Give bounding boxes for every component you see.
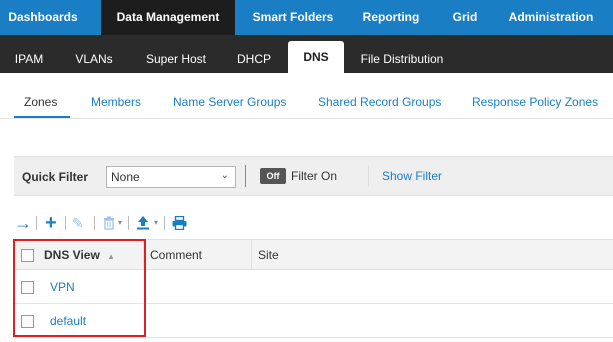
divider xyxy=(128,216,129,230)
chevron-down-icon[interactable]: ▾ xyxy=(118,212,122,234)
subnav-ipam[interactable]: IPAM xyxy=(8,35,50,73)
quick-filter-bar: Quick Filter None ⌄ Off Filter On Show F… xyxy=(14,156,613,196)
tab-zones[interactable]: Zones xyxy=(24,95,57,109)
divider xyxy=(94,216,95,230)
subnav-dhcp[interactable]: DHCP xyxy=(229,35,279,73)
row-checkbox[interactable] xyxy=(21,315,34,328)
quick-filter-select[interactable]: None ⌄ xyxy=(106,166,236,188)
divider xyxy=(164,216,165,230)
export-icon[interactable] xyxy=(136,212,150,234)
sub-navigation: IPAM VLANs Super Host DHCP DNS File Dist… xyxy=(0,35,613,73)
tab-shared-record-groups[interactable]: Shared Record Groups xyxy=(318,95,441,109)
divider xyxy=(368,165,369,187)
table-row[interactable]: default xyxy=(14,304,613,338)
filter-toggle[interactable]: Off xyxy=(260,168,286,184)
sort-ascending-icon: ▲ xyxy=(107,252,116,261)
subnav-vlans[interactable]: VLANs xyxy=(68,35,120,73)
nav-reporting[interactable]: Reporting xyxy=(355,0,427,35)
tab-name-server-groups[interactable]: Name Server Groups xyxy=(173,95,286,109)
quick-filter-value: None xyxy=(111,170,140,184)
grid-header: DNS View ▲ Comment Site xyxy=(14,239,613,270)
nav-dashboards[interactable]: Dashboards xyxy=(0,0,86,35)
row-checkbox[interactable] xyxy=(21,281,34,294)
subnav-file-distribution[interactable]: File Distribution xyxy=(354,35,450,73)
tab-members[interactable]: Members xyxy=(91,95,141,109)
subnav-super-host[interactable]: Super Host xyxy=(138,35,214,73)
filter-on-label: Filter On xyxy=(291,169,338,183)
dns-view-link[interactable]: VPN xyxy=(50,280,75,294)
select-all-checkbox[interactable] xyxy=(21,249,34,262)
show-filter-link[interactable]: Show Filter xyxy=(382,169,442,183)
quick-filter-label: Quick Filter xyxy=(22,170,89,184)
divider xyxy=(36,216,37,230)
column-site[interactable]: Site xyxy=(252,240,613,270)
top-navigation: Dashboards Data Management Smart Folders… xyxy=(0,0,613,35)
column-label: DNS View xyxy=(44,248,100,262)
dns-tabs: Zones Members Name Server Groups Shared … xyxy=(0,73,613,119)
chevron-down-icon: ⌄ xyxy=(220,170,229,181)
nav-administration[interactable]: Administration xyxy=(498,0,604,35)
nav-data-management[interactable]: Data Management xyxy=(101,0,235,35)
dns-view-link[interactable]: default xyxy=(50,314,86,328)
divider xyxy=(245,165,246,187)
arrow-right-icon[interactable]: → xyxy=(14,212,32,234)
subnav-dns[interactable]: DNS xyxy=(288,41,344,73)
column-dns-view[interactable]: DNS View ▲ xyxy=(38,240,144,270)
add-icon[interactable]: + xyxy=(45,212,57,234)
divider xyxy=(65,216,66,230)
chevron-down-icon[interactable]: ▾ xyxy=(154,212,158,234)
nav-grid[interactable]: Grid xyxy=(443,0,487,35)
active-tab-indicator xyxy=(14,116,70,118)
tab-response-policy-zones[interactable]: Response Policy Zones xyxy=(472,95,598,109)
print-icon[interactable] xyxy=(172,212,187,234)
column-comment[interactable]: Comment xyxy=(144,240,252,270)
table-row[interactable]: VPN xyxy=(14,270,613,304)
edit-icon[interactable]: ✎ xyxy=(72,212,84,234)
nav-smart-folders[interactable]: Smart Folders xyxy=(245,0,341,35)
delete-icon[interactable] xyxy=(103,212,115,234)
